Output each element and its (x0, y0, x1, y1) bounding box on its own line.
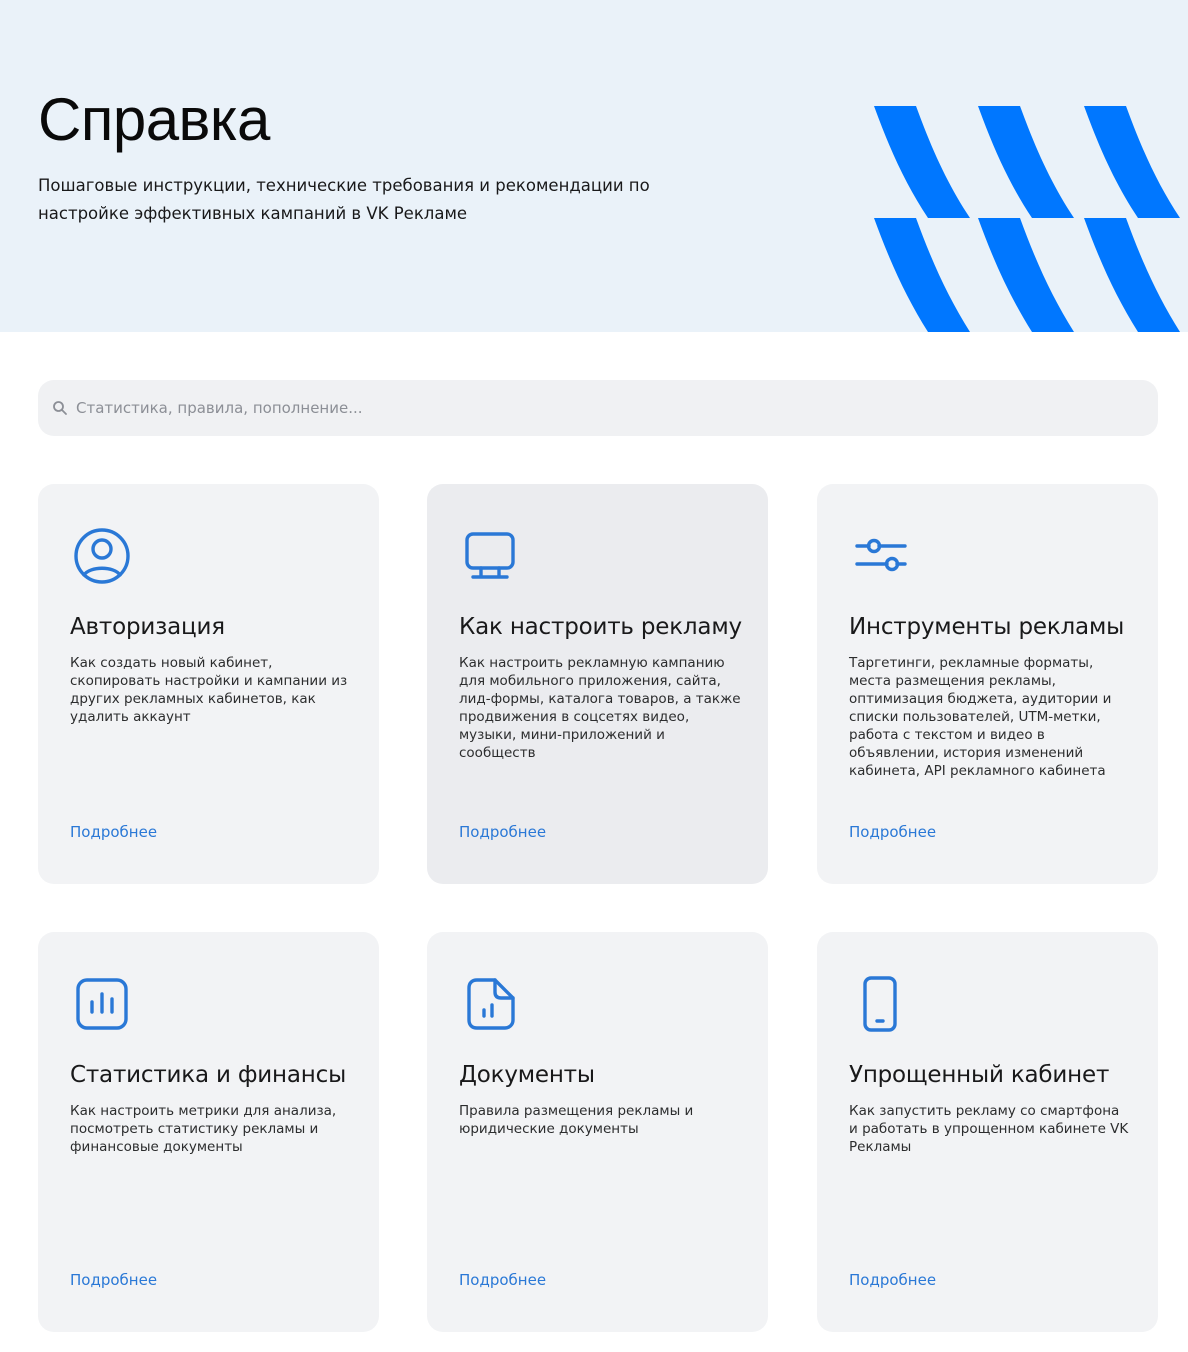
card-authorization[interactable]: Авторизация Как создать новый кабинет, с… (38, 484, 379, 884)
card-title: Статистика и финансы (70, 1062, 347, 1088)
card-documents[interactable]: Документы Правила размещения рекламы и ю… (427, 932, 768, 1332)
card-simplified-cabinet[interactable]: Упрощенный кабинет Как запустить рекламу… (817, 932, 1158, 1332)
decorative-stripes-pattern (874, 106, 1180, 332)
card-description: Как создать новый кабинет, скопировать н… (70, 655, 348, 725)
page-subtitle: Пошаговые инструкции, технические требов… (38, 176, 650, 223)
document-chart-icon (467, 978, 515, 1030)
card-description: Таргетинги, рекламные форматы, места раз… (849, 655, 1112, 779)
card-ad-tools[interactable]: Инструменты рекламы Таргетинги, рекламны… (817, 484, 1158, 884)
sliders-icon (855, 538, 907, 572)
page-title: Справка (38, 86, 270, 153)
more-link[interactable]: Подробнее (459, 1270, 546, 1290)
more-link[interactable]: Подробнее (70, 822, 157, 842)
user-circle-icon (74, 528, 130, 584)
smartphone-icon (863, 976, 897, 1032)
card-setup-ads[interactable]: Как настроить рекламу Как настроить рекл… (427, 484, 768, 884)
more-link[interactable]: Подробнее (849, 1270, 936, 1290)
bar-chart-icon (76, 978, 128, 1030)
card-description: Правила размещения рекламы и юридические… (459, 1103, 694, 1137)
card-description: Как настроить рекламную кампанию для моб… (459, 655, 741, 761)
card-title: Инструменты рекламы (849, 614, 1125, 640)
monitor-icon (465, 532, 515, 579)
card-description: Как запустить рекламу со смартфона и раб… (849, 1103, 1129, 1155)
card-description: Как настроить метрики для анализа, посмо… (70, 1103, 337, 1155)
more-link[interactable]: Подробнее (849, 822, 936, 842)
hero-banner: Справка Пошаговые инструкции, технически… (0, 0, 1188, 332)
card-title: Авторизация (70, 614, 225, 640)
search-bar[interactable] (38, 380, 1158, 436)
more-link[interactable]: Подробнее (459, 822, 546, 842)
more-link[interactable]: Подробнее (70, 1270, 157, 1290)
search-input[interactable] (76, 380, 1158, 436)
card-title: Документы (459, 1062, 595, 1088)
card-title: Как настроить рекламу (459, 614, 742, 640)
card-stats-finance[interactable]: Статистика и финансы Как настроить метри… (38, 932, 379, 1332)
search-icon (53, 401, 67, 415)
card-title: Упрощенный кабинет (849, 1062, 1110, 1088)
